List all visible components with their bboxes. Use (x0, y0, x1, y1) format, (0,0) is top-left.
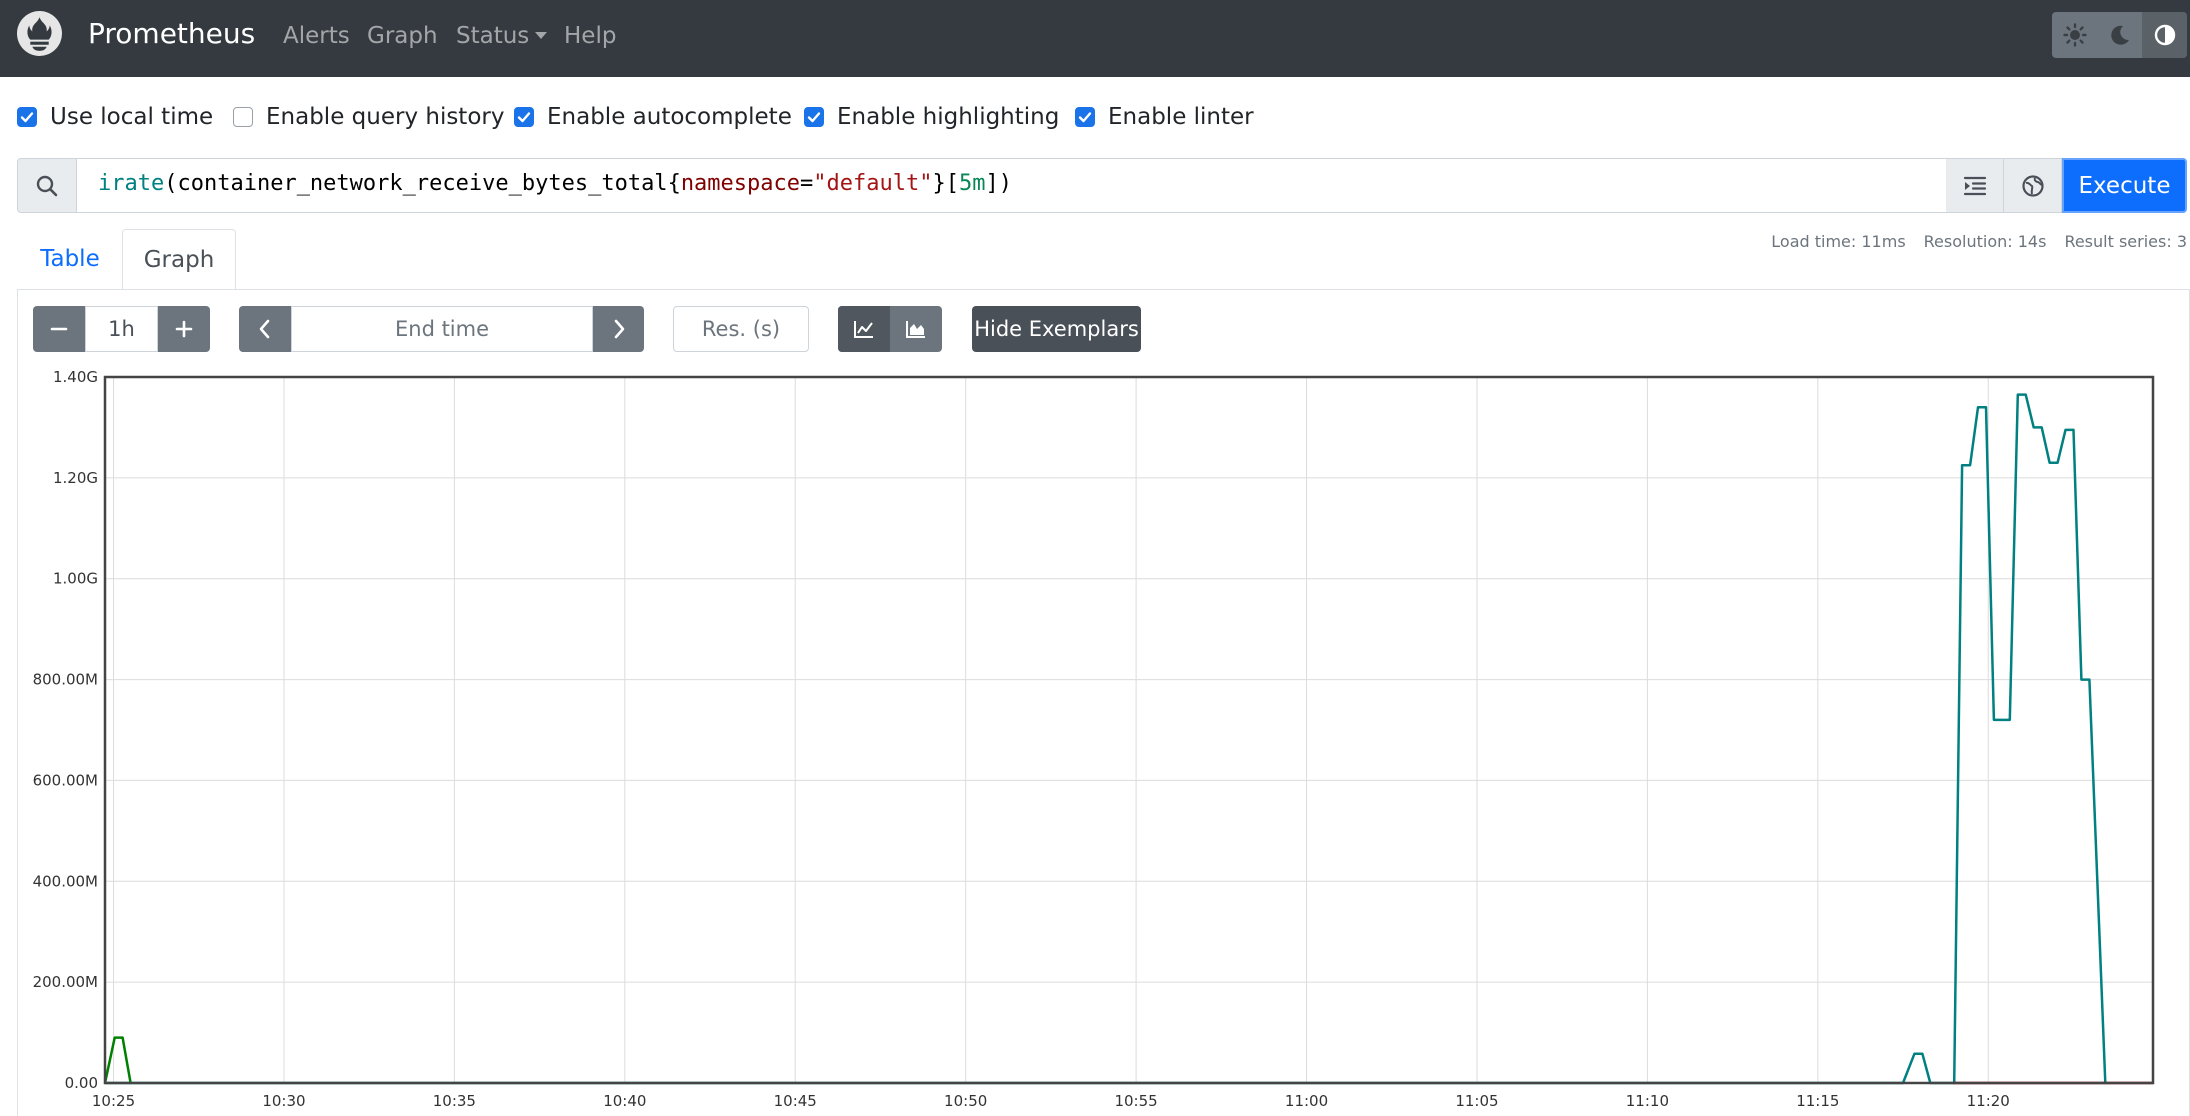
x-tick-label: 10:25 (92, 1092, 135, 1110)
x-tick-label: 10:55 (1114, 1092, 1157, 1110)
x-tick-label: 10:30 (262, 1092, 305, 1110)
graph-chart: 0.00 200.00M 400.00M 600.00M 800.00M 1.00G 1.2… (33, 368, 2155, 1110)
y-tick-label: 600.00M (33, 771, 98, 789)
x-tick-label: 10:35 (433, 1092, 476, 1110)
y-tick-label: 1.40G (53, 368, 98, 386)
x-axis-ticks: 10:25 10:30 10:35 10:40 10:45 10:50 10:55 11:00… (92, 1092, 2010, 1110)
y-tick-label: 400.00M (33, 872, 98, 890)
y-tick-label: 1.00G (53, 570, 98, 588)
y-axis-ticks: 0.00 200.00M 400.00M 600.00M 800.00M 1.00G 1.2… (33, 368, 98, 1092)
y-tick-label: 200.00M (33, 973, 98, 991)
x-tick-label: 11:20 (1967, 1092, 2010, 1110)
x-tick-label: 11:10 (1626, 1092, 1669, 1110)
chart-gridlines (105, 376, 2153, 1084)
x-tick-label: 11:00 (1285, 1092, 1328, 1110)
y-tick-label: 1.20G (53, 469, 98, 487)
x-tick-label: 10:50 (944, 1092, 987, 1110)
x-tick-label: 11:05 (1455, 1092, 1498, 1110)
series-line-1[interactable] (103, 1036, 132, 1084)
x-tick-label: 11:15 (1796, 1092, 1839, 1110)
chart-plot-frame (103, 375, 2155, 1085)
series-line-2[interactable] (105, 393, 2107, 1085)
chart-series (103, 393, 2153, 1085)
x-tick-label: 10:40 (603, 1092, 646, 1110)
x-tick-label: 10:45 (774, 1092, 817, 1110)
y-tick-label: 0.00 (65, 1074, 98, 1092)
y-tick-label: 800.00M (33, 671, 98, 689)
